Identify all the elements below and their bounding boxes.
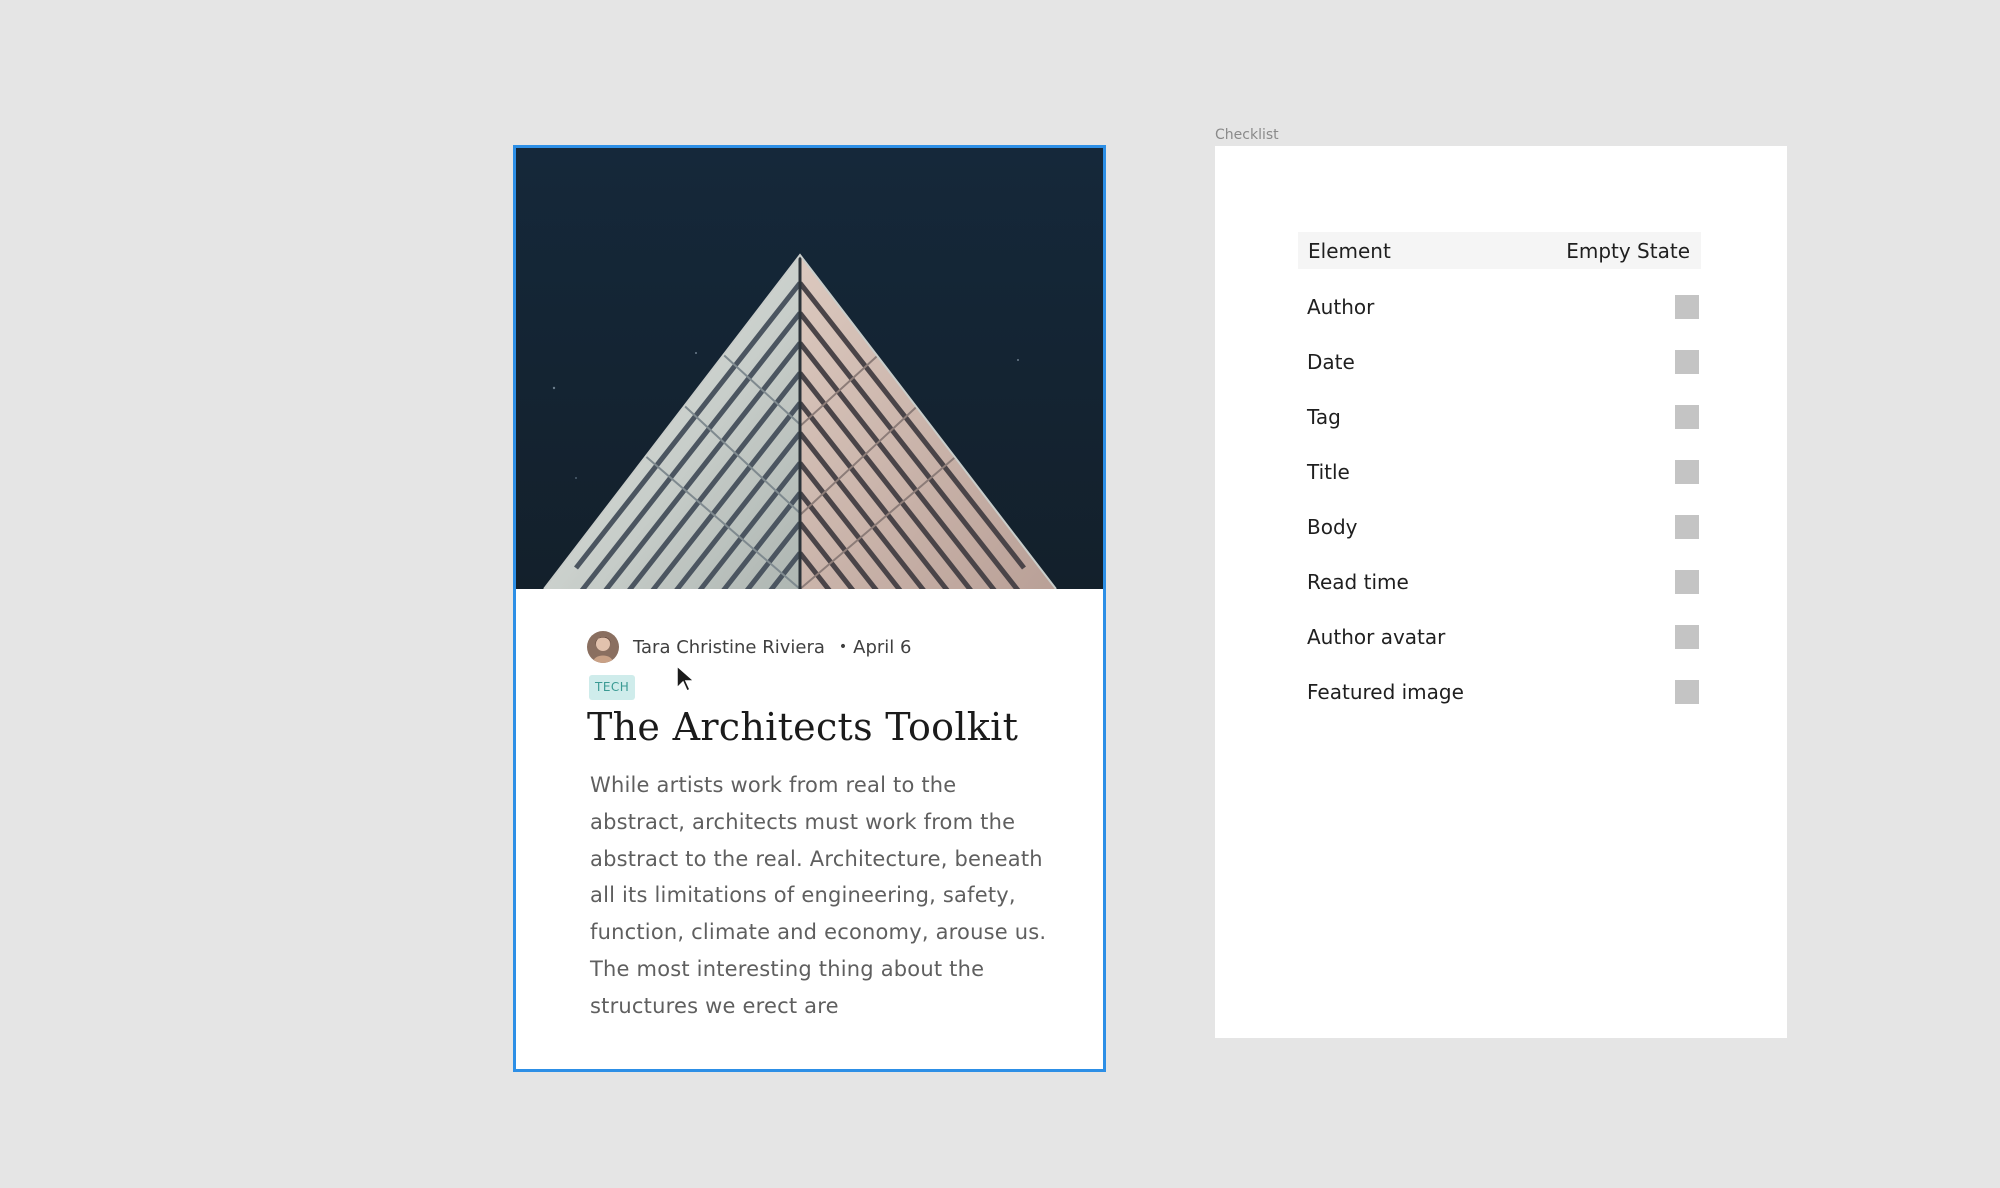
row-label: Title — [1307, 460, 1350, 484]
row-label: Tag — [1307, 405, 1341, 429]
checklist-row-featured-image: Featured image — [1307, 672, 1699, 712]
header-element: Element — [1308, 238, 1391, 263]
row-label: Date — [1307, 350, 1355, 374]
checklist-row-author-avatar: Author avatar — [1307, 617, 1699, 657]
row-label: Author — [1307, 295, 1375, 319]
article-title[interactable]: The Architects Toolkit — [587, 696, 1087, 758]
checkbox[interactable] — [1675, 460, 1699, 484]
article-meta: Tara Christine Riviera • April 6 — [587, 630, 911, 664]
row-label: Body — [1307, 515, 1358, 539]
article-body: While artists work from real to the abst… — [590, 773, 1047, 1018]
checkbox[interactable] — [1675, 405, 1699, 429]
row-label: Featured image — [1307, 680, 1464, 704]
author-avatar[interactable] — [587, 631, 619, 663]
checklist-header: Element Empty State — [1298, 232, 1701, 269]
checklist-row-body: Body — [1307, 507, 1699, 547]
arrow-cursor-icon — [676, 664, 696, 693]
checkbox[interactable] — [1675, 680, 1699, 704]
checkbox[interactable] — [1675, 295, 1699, 319]
article-card[interactable]: Tara Christine Riviera • April 6 TECH Th… — [513, 145, 1106, 1072]
header-empty-state: Empty State — [1566, 238, 1690, 263]
row-label: Author avatar — [1307, 625, 1446, 649]
checklist-row-read-time: Read time — [1307, 562, 1699, 602]
meta-separator: • — [838, 639, 848, 655]
publish-date: April 6 — [853, 636, 912, 658]
checkbox[interactable] — [1675, 570, 1699, 594]
checklist-row-author: Author — [1307, 287, 1699, 327]
checklist-row-tag: Tag — [1307, 397, 1699, 437]
featured-image — [516, 148, 1103, 589]
checkbox[interactable] — [1675, 625, 1699, 649]
author-name[interactable]: Tara Christine Riviera — [633, 637, 825, 658]
checklist-row-title: Title — [1307, 452, 1699, 492]
checkbox[interactable] — [1675, 350, 1699, 374]
checklist-frame-label: Checklist — [1215, 127, 1279, 143]
checklist-panel: Element Empty State Author Date Tag Titl… — [1215, 146, 1787, 1038]
checkbox[interactable] — [1675, 515, 1699, 539]
checklist-row-date: Date — [1307, 342, 1699, 382]
row-label: Read time — [1307, 570, 1409, 594]
